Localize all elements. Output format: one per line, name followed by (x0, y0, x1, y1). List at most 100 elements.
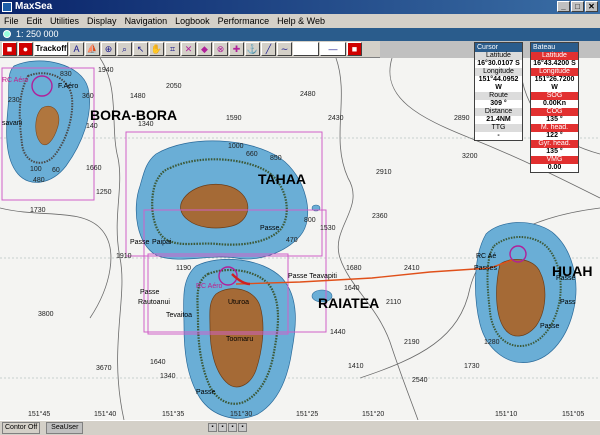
color-selector[interactable] (293, 42, 319, 56)
place-label: Toomaru (226, 336, 253, 343)
depth-sounding: 2910 (376, 169, 392, 176)
menu-navigation[interactable]: Navigation (125, 16, 168, 26)
boat-gyrhead-label: Gyr. head. (531, 140, 578, 148)
depth-sounding: 2540 (412, 377, 428, 384)
boat-sog-value: 0.00Kn (543, 100, 566, 107)
cursor-ttg-value: - (497, 132, 500, 139)
line-icon[interactable]: ╱ (261, 42, 276, 56)
cursor-longitude-label: Longitude (475, 68, 522, 76)
depth-sounding: 1280 (484, 339, 500, 346)
depth-sounding: 1640 (150, 359, 166, 366)
cursor-latitude-value: 16°30.0107 S (477, 60, 520, 67)
plot-icon[interactable]: ⊗ (213, 42, 228, 56)
longitude-label: 151°20 (362, 410, 384, 418)
depth-sounding: 2410 (404, 265, 420, 272)
boat-mhead-value: 122 ° (546, 132, 563, 139)
menu-help-web[interactable]: Help & Web (277, 16, 325, 26)
place-label: Passe (140, 289, 160, 296)
boat-mhead-label: M. head. (531, 124, 578, 132)
longitude-label: 151°25 (296, 410, 318, 418)
place-label: Passe (130, 239, 150, 246)
close-button[interactable]: ✕ (585, 1, 598, 12)
cursor-panel-title: Cursor (475, 43, 522, 52)
cursor-longitude-value: 151°44.0952 W (478, 76, 519, 91)
status-icons: ▪ ▪ ▪ ▪ (208, 423, 247, 432)
depth-sounding: 140 (86, 123, 98, 130)
depth-sounding: 2050 (166, 83, 182, 90)
zoom-icon[interactable]: ⌕ (117, 42, 132, 56)
place-label: RC Aéro (196, 283, 223, 290)
depth-sounding: 1440 (330, 329, 346, 336)
depth-sounding: 100 (30, 166, 42, 173)
cursor-distance-value: 21.4NM (486, 116, 511, 123)
line-style-selector[interactable]: — (320, 42, 346, 56)
pointer-icon[interactable]: ↖ (133, 42, 148, 56)
place-label: Passe (556, 275, 576, 282)
stop-button[interactable]: ■ (2, 42, 17, 56)
depth-sounding: 60 (52, 167, 60, 174)
menu-edit[interactable]: Edit (27, 16, 43, 26)
crosshair-icon[interactable]: ⊕ (101, 42, 116, 56)
depth-sounding: 1730 (464, 363, 480, 370)
hand-icon[interactable]: ✋ (149, 42, 164, 56)
island-name: TAHAA (258, 171, 306, 187)
menu-display[interactable]: Display (87, 16, 117, 26)
depth-sounding: 3670 (96, 365, 112, 372)
depth-sounding: 850 (270, 155, 282, 162)
menu-file[interactable]: File (4, 16, 19, 26)
place-label: Passes (474, 265, 497, 272)
boat-icon[interactable]: ⛵ (85, 42, 100, 56)
boat-latitude-value: 16°43.4200 S (533, 60, 576, 67)
route-icon[interactable]: ⌗ (165, 42, 180, 56)
depth-sounding: 1000 (228, 143, 244, 150)
mark-icon[interactable]: ✕ (181, 42, 196, 56)
boat-sog-label: SOG (531, 92, 578, 100)
event-icon[interactable]: ✚ (229, 42, 244, 56)
depth-sounding: 1340 (160, 373, 176, 380)
longitude-label: 151°45 (28, 410, 50, 418)
chart-icon (3, 30, 11, 38)
menu-bar: File Edit Utilities Display Navigation L… (0, 14, 600, 28)
depth-sounding: 1640 (344, 285, 360, 292)
cursor-distance-label: Distance (475, 108, 522, 116)
place-label: Uturoa (228, 299, 249, 306)
boat-longitude-label: Longitude (531, 68, 578, 76)
record-button[interactable]: ● (18, 42, 33, 56)
depth-sounding: 1480 (130, 93, 146, 100)
depth-sounding: 470 (286, 237, 298, 244)
maximize-button[interactable]: □ (571, 1, 584, 12)
place-label: Passe (260, 225, 280, 232)
longitude-label: 151°30 (230, 410, 252, 418)
text-tool-icon[interactable]: A (69, 42, 84, 56)
anchor-icon[interactable]: ⚓ (245, 42, 260, 56)
user-field: SeaUser (46, 422, 84, 434)
depth-sounding: 1340 (138, 121, 154, 128)
depth-sounding: 3800 (38, 311, 54, 318)
window-title: MaxSea (15, 1, 53, 12)
status-boat-icon[interactable]: ▪ (208, 423, 217, 432)
boat-panel[interactable]: Bateau Latitude 16°43.4200 S Longitude 1… (530, 42, 579, 173)
menu-logbook[interactable]: Logbook (175, 16, 210, 26)
trackoff-button[interactable]: Trackoff (34, 42, 68, 56)
record-toggle-button[interactable]: ■ (347, 42, 362, 56)
boat-longitude-value: 151°26.7200 W (534, 76, 575, 91)
depth-sounding: 800 (304, 217, 316, 224)
depth-sounding: 1940 (98, 67, 114, 74)
island-name: RAIATEA (318, 295, 379, 311)
menu-utilities[interactable]: Utilities (50, 16, 79, 26)
status-gps-icon[interactable]: ▪ (218, 423, 227, 432)
depth-sounding: 2430 (328, 115, 344, 122)
status-wind-icon[interactable]: ▪ (228, 423, 237, 432)
depth-sounding: 2110 (386, 299, 401, 306)
window-controls: _ □ ✕ (557, 1, 598, 12)
depth-sounding: 2190 (404, 339, 420, 346)
curve-icon[interactable]: ∼ (277, 42, 292, 56)
place-label: Passe (540, 323, 560, 330)
waypoint-icon[interactable]: ◆ (197, 42, 212, 56)
cursor-panel[interactable]: Cursor Latitude 16°30.0107 S Longitude 1… (474, 42, 523, 141)
chart-scale-bar: 1: 250 000 (0, 28, 600, 41)
status-alarm-icon[interactable]: ▪ (238, 423, 247, 432)
menu-performance[interactable]: Performance (218, 16, 270, 26)
contour-mode-button[interactable]: Contor Off (2, 422, 41, 434)
minimize-button[interactable]: _ (557, 1, 570, 12)
